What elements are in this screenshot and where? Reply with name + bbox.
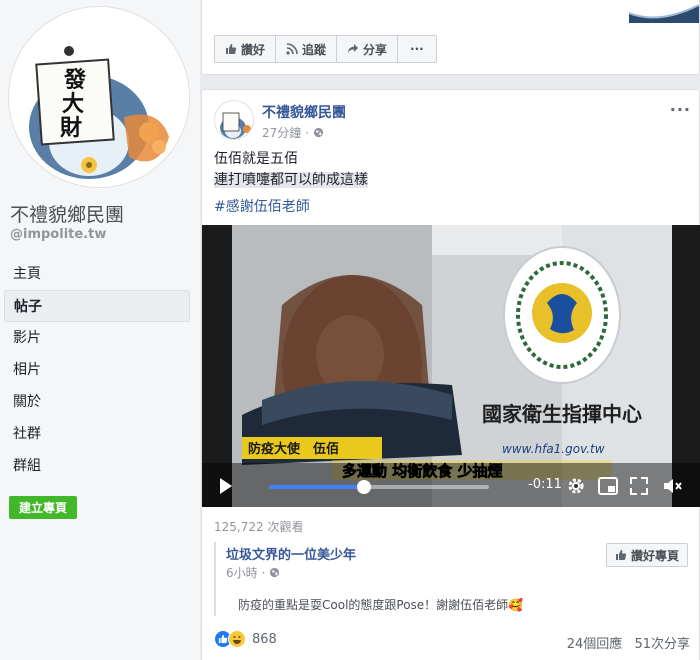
avatar-sign-char-1: 發 bbox=[63, 67, 86, 93]
nav-item-6[interactable]: 社群 bbox=[4, 418, 190, 450]
video-caption-name: 防疫大使 伍佰 bbox=[248, 441, 339, 457]
create-page-button[interactable]: 建立專頁 bbox=[9, 496, 78, 519]
sign-text: 國家衛生指揮中心 bbox=[482, 402, 642, 426]
post-author-avatar[interactable] bbox=[214, 100, 254, 140]
mascot-avatar-image bbox=[215, 101, 253, 139]
video-progress-handle[interactable] bbox=[356, 480, 371, 494]
comment-time-text: 6小時 bbox=[226, 566, 258, 580]
avatar-sign-char-3: 財 bbox=[60, 115, 82, 141]
previous-post-card: 讚好 追蹤 分享 ··· bbox=[201, 0, 700, 75]
post-body: 伍佰就是五佰 連打噴嚏都可以帥成這樣 bbox=[214, 149, 368, 191]
share-button[interactable]: 分享 bbox=[337, 36, 399, 62]
post-author-name[interactable]: 不禮貌鄉民團 bbox=[262, 102, 346, 122]
page-avatar[interactable]: 發 大 財 bbox=[8, 6, 190, 188]
share-count-link[interactable]: 51次分享 bbox=[634, 637, 690, 652]
globe-icon bbox=[270, 567, 280, 578]
reaction-count: 868 bbox=[252, 631, 277, 647]
page-name[interactable]: 不禮貌鄉民團 bbox=[10, 200, 124, 227]
settings-gear-icon[interactable] bbox=[566, 476, 586, 496]
nav-item-1[interactable]: 主頁 bbox=[4, 258, 190, 290]
video-player[interactable]: 國家衛生指揮中心 防疫大使 伍佰 www.hfa1.gov.tw 多運動 均衡飲… bbox=[202, 225, 700, 507]
page-handle: @impolite.tw bbox=[10, 227, 107, 242]
video-progress-fill bbox=[269, 485, 364, 489]
previous-post-image-edge bbox=[629, 0, 699, 23]
separator: · bbox=[261, 565, 266, 580]
more-options-button[interactable]: ··· bbox=[398, 36, 436, 62]
post-options-button[interactable]: ··· bbox=[670, 100, 691, 119]
mascot-avatar-image: 發 大 財 bbox=[9, 7, 189, 187]
like-page-button[interactable]: 讚好專頁 bbox=[605, 543, 688, 567]
picture-in-picture-icon[interactable] bbox=[598, 477, 618, 495]
reactions-summary[interactable]: 868 bbox=[214, 630, 277, 648]
avatar-sign-char-2: 大 bbox=[62, 91, 84, 117]
follow-button[interactable]: 追蹤 bbox=[276, 36, 338, 62]
video-time-remaining: -0:11 bbox=[528, 477, 562, 492]
post-time-text: 27分鐘 bbox=[262, 126, 302, 140]
like-button[interactable]: 讚好 bbox=[215, 36, 277, 62]
globe-icon bbox=[314, 127, 324, 138]
post-card: 不禮貌鄉民團 27分鐘 · ··· 伍佰就是五佰 連打噴嚏都可以帥成這樣 #感謝… bbox=[201, 89, 700, 660]
video-progress-bar[interactable] bbox=[269, 480, 489, 494]
like-label: 讚好 bbox=[241, 42, 266, 57]
fullscreen-icon[interactable] bbox=[630, 477, 648, 495]
more-dots-icon: ··· bbox=[410, 42, 424, 56]
video-url-text: www.hfa1.gov.tw bbox=[502, 442, 605, 456]
video-controls: -0:11 bbox=[202, 463, 700, 507]
comment-author[interactable]: 垃圾文界的一位美少年 bbox=[226, 544, 356, 563]
post-text-line-1: 伍佰就是五佰 bbox=[214, 151, 298, 167]
nav-item-2[interactable]: 帖子 bbox=[4, 290, 190, 322]
left-sidebar: 發 大 財 不禮貌鄉民團 @impolite.tw 主頁 帖子 影片 相片 關於 社群 群組… bbox=[0, 0, 200, 660]
nav-item-3[interactable]: 影片 bbox=[4, 322, 190, 354]
mute-icon[interactable] bbox=[662, 477, 682, 495]
share-arrow-icon bbox=[348, 44, 359, 53]
comment-timestamp[interactable]: 6小時 · bbox=[226, 564, 280, 581]
rss-icon bbox=[286, 43, 298, 55]
nav-item-5[interactable]: 關於 bbox=[4, 386, 190, 418]
thumbs-up-icon bbox=[615, 550, 627, 560]
nav-item-4[interactable]: 相片 bbox=[4, 354, 190, 386]
thumbs-up-icon bbox=[226, 44, 237, 54]
main-feed: 讚好 追蹤 分享 ··· 不禮貌鄉民團 27分鐘 · ··· 伍佰就是五佰 連打… bbox=[201, 0, 700, 660]
play-icon[interactable] bbox=[214, 475, 236, 497]
laugh-reaction-icon bbox=[228, 630, 246, 648]
like-page-label: 讚好專頁 bbox=[630, 548, 679, 563]
follow-label: 追蹤 bbox=[302, 42, 327, 57]
post-footer: 868 24個回應 51次分享 bbox=[214, 630, 690, 652]
hashtag-link[interactable]: #感謝伍佰老師 bbox=[214, 196, 310, 216]
view-count: 125,722 次觀看 bbox=[214, 520, 304, 534]
comment-text: 防疫的重點是耍Cool的態度跟Pose！謝謝伍佰老師🥰 bbox=[238, 598, 524, 612]
post-timestamp[interactable]: 27分鐘 · bbox=[262, 124, 324, 141]
share-label: 分享 bbox=[363, 42, 388, 57]
nav-item-7[interactable]: 群組 bbox=[4, 450, 190, 482]
post-action-bar: 讚好 追蹤 分享 ··· bbox=[214, 35, 437, 63]
comment-count-link[interactable]: 24個回應 bbox=[567, 637, 623, 652]
page-nav: 主頁 帖子 影片 相片 關於 社群 群組 bbox=[4, 258, 190, 482]
separator: · bbox=[305, 125, 310, 140]
engagement-counts: 24個回應 51次分享 bbox=[559, 633, 690, 652]
post-text-line-2: 連打噴嚏都可以帥成這樣 bbox=[214, 172, 368, 188]
featured-comment: 垃圾文界的一位美少年 6小時 · 讚好專頁 防疫的重點是耍Cool的態度跟Pos… bbox=[214, 542, 688, 616]
